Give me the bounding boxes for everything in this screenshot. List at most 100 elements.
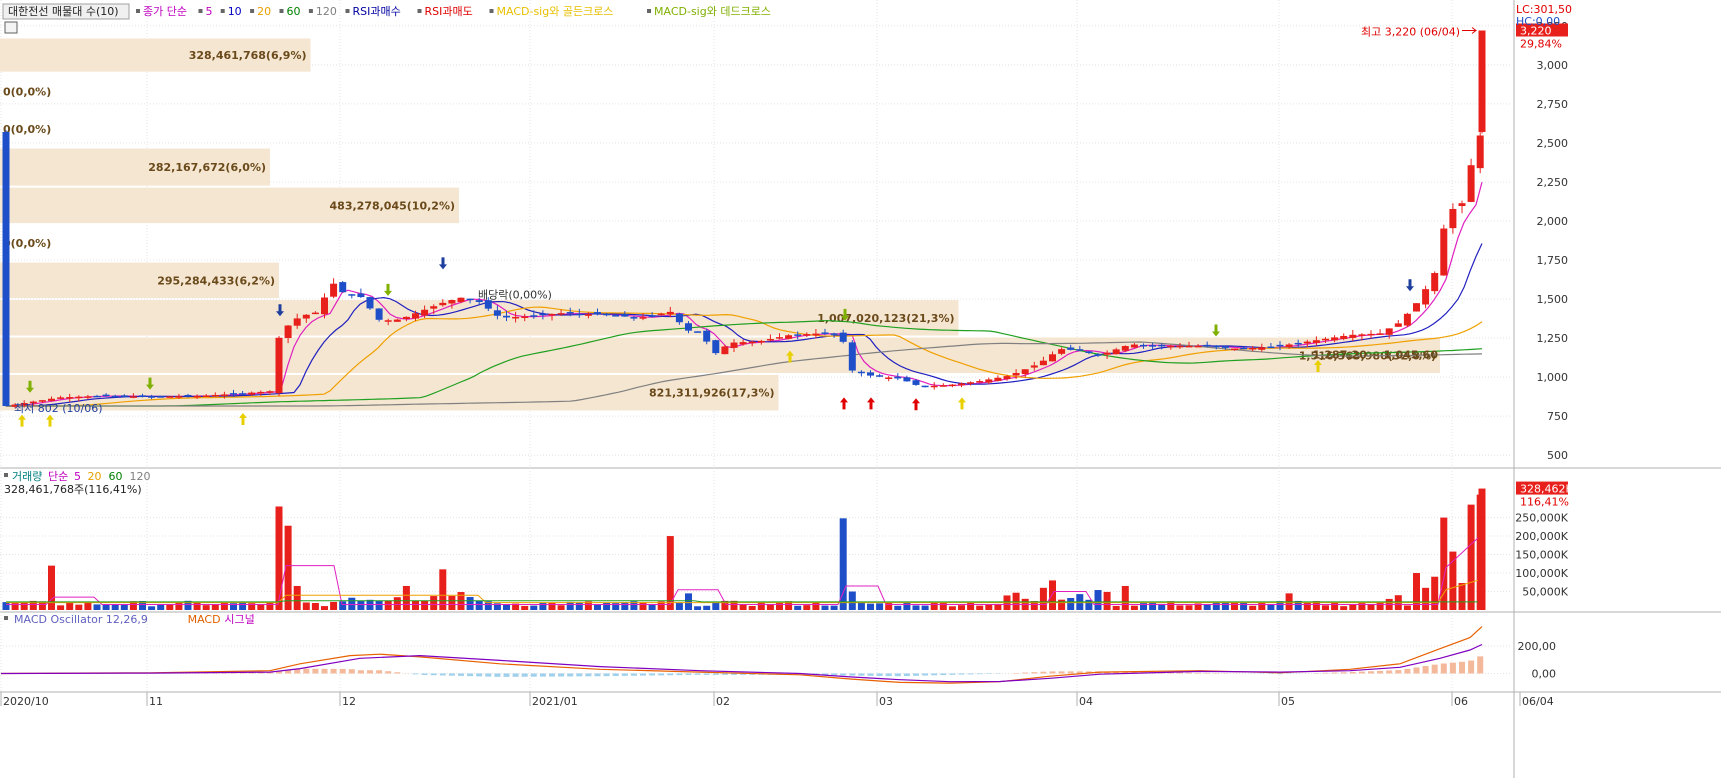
candle-body [48,398,55,401]
macd-oscillator-bar [512,673,519,677]
candle-body [1103,352,1111,355]
volume-profile-label: 0(0,0%) [3,85,51,98]
candle-body [1376,333,1384,335]
candle-body [1258,347,1266,350]
macd-oscillator-bar [439,673,446,676]
volume-bar [712,602,720,610]
candle-body [102,394,110,397]
candle-body [1003,376,1011,380]
volume-bar [566,601,574,610]
volume-profile-label: 282,167,672(6,0%) [148,161,266,174]
candle-body [1085,351,1093,353]
volume-bar [1012,592,1020,610]
price-range-label: 1,287,20 ~ 1,045,60 [1313,348,1439,361]
macd-oscillator-bar [658,673,665,676]
macd-oscillator-bar [1386,670,1393,674]
macd-oscillator-bar [330,668,337,674]
volume-bar [402,585,410,610]
candle-body [412,313,419,319]
macd-oscillator-bar [1040,671,1047,674]
candle-body [839,332,847,342]
volume-bar [20,602,28,610]
volume-bar [867,603,874,610]
volume-bar [466,597,474,610]
volume-bar [912,605,920,610]
volume-tick-label: 250,000K [1515,512,1568,525]
volume-bar [439,569,447,610]
last-pct-badge: 29,84% [1520,37,1562,50]
macd-oscillator-bar [940,673,947,676]
macd-legend-item: 시그널 [224,613,254,626]
volume-bar [84,601,92,610]
volume-tick-label: 200,000K [1515,530,1568,543]
price-legend-item: 120 [316,5,337,18]
macd-oscillator-bar [558,673,565,677]
volume-bar [830,605,838,610]
candle-body [748,341,756,344]
candle-body [639,317,647,319]
volume-bar [1176,605,1184,610]
legend-marker [198,9,203,13]
candle-body [1458,203,1466,207]
candle-body [1431,273,1439,292]
macd-oscillator-bar [831,673,838,676]
macd-oscillator-bar [549,673,555,677]
macd-oscillator-bar [485,673,492,677]
candle-body [248,392,256,395]
macd-oscillator-bar [922,673,929,676]
candle-body [1194,345,1202,348]
macd-oscillator-bar [1204,672,1211,674]
macd-oscillator-bar [421,673,428,675]
candle-body [812,333,820,336]
volume-bar [412,600,419,610]
macd-oscillator-bar [1459,661,1465,674]
candle-body [266,391,274,393]
volume-bar [357,600,365,610]
macd-oscillator-bar [903,673,910,677]
price-legend-item: MACD-sig와 데드크로스 [654,5,771,18]
macd-oscillator-bar [967,673,974,675]
candle-body [1385,328,1393,335]
candle-body [1394,323,1402,327]
x-tick-label: 02 [716,695,730,708]
macd-oscillator-bar [312,668,319,674]
price-legend-item: 60 [287,5,301,18]
candle-body [1440,228,1448,276]
legend-marker [489,9,494,13]
volume-bar [1267,604,1275,610]
candle-body [1021,369,1029,375]
macd-oscillator-bar [530,673,537,677]
candle-body [239,393,247,395]
macd-oscillator-bar [1440,663,1447,674]
volume-bar [530,605,538,610]
macd-oscillator-bar [876,673,883,676]
candle-body [311,312,319,315]
price-tick-label: 3,000 [1537,59,1569,72]
volume-bar [1149,602,1157,610]
macd-oscillator-bar [567,673,574,677]
macd-oscillator-bar [1267,673,1274,674]
candle-body [284,325,292,339]
macd-oscillator-bar [594,673,601,677]
candle-body [1158,344,1166,347]
x-tick-label: 11 [149,695,163,708]
volume-legend-item: 20 [88,470,102,483]
price-tick-label: 1,750 [1537,254,1569,267]
x-tick-label: 2020/10 [3,695,49,708]
candle-body [1094,354,1102,356]
macd-oscillator-bar [721,673,728,675]
volume-bar [521,605,529,610]
volume-legend-item: 거래량 [12,470,42,483]
candle-body [721,346,729,355]
candle-body [876,375,884,377]
candle-body [848,342,856,371]
candle-body [994,377,1002,381]
candle-body [757,340,765,343]
volume-bar [1258,602,1266,610]
macd-tick-label: 200,00 [1518,640,1557,653]
stock-chart: 328,461,768(6,9%) 0(0,0%) 0(0,0%) 282,167,6… [0,0,1721,778]
price-tick-label: 1,000 [1537,371,1569,384]
candle-body [202,395,210,397]
macd-oscillator-bar [1449,662,1456,674]
candle-body [1449,208,1457,229]
